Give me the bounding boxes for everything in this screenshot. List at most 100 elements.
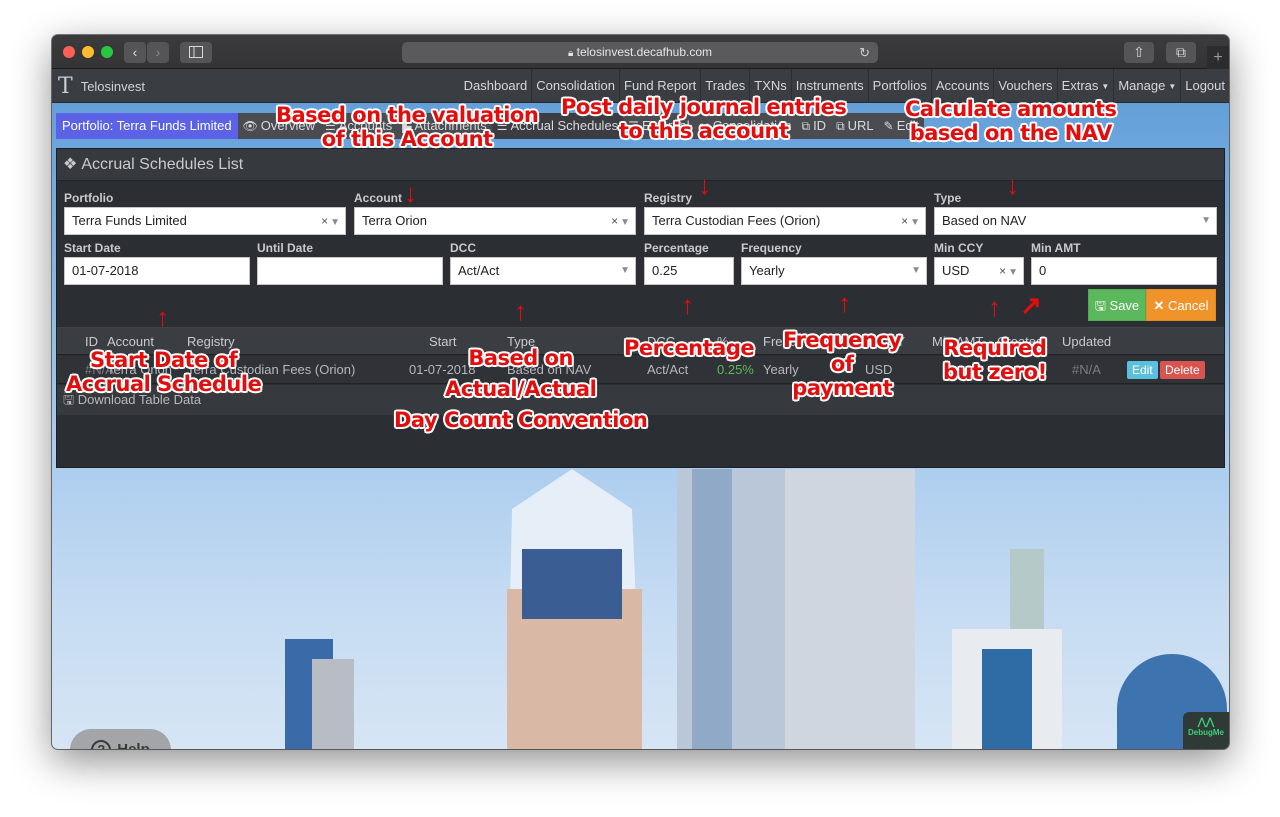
question-circle-icon: ? [91, 740, 112, 749]
annotation-frequency: Frequency of payment [783, 328, 902, 400]
arrow-up-icon: ↑ [988, 292, 1001, 322]
annotation-line: payment [792, 376, 893, 400]
type-select[interactable]: Based on NAV ▼ [934, 207, 1217, 235]
until-date-input[interactable] [257, 257, 443, 285]
close-window-button[interactable] [63, 46, 75, 58]
cell-dcc: Act/Act [647, 362, 689, 377]
nav-label: Extras [1061, 78, 1099, 93]
nav-label: Dashboard [463, 78, 528, 93]
start-date-input[interactable]: 01-07-2018 [64, 257, 250, 285]
account-label: Account [354, 191, 402, 205]
floppy-icon: 🖫︎ [1094, 298, 1110, 313]
dcc-label: DCC [450, 241, 476, 255]
arrow-up-icon: ↑ [681, 290, 694, 320]
frequency-label: Frequency [741, 241, 802, 255]
annotation-line: Percentage [624, 336, 755, 360]
clear-icon[interactable]: × [321, 214, 328, 228]
annotation-min-amt: Required but zero! [943, 336, 1047, 384]
percentage-input[interactable]: 0.25 [644, 257, 734, 285]
annotation-line: of this Account [321, 127, 493, 151]
registry-select[interactable]: Terra Custodian Fees (Orion) × ▼ [644, 207, 926, 235]
portfolio-select[interactable]: Terra Funds Limited × ▼ [64, 207, 346, 235]
help-button[interactable]: ? Help [70, 729, 171, 749]
min-ccy-label: Min CCY [934, 241, 984, 255]
annotation-line: Frequency [783, 328, 902, 352]
row-edit-button[interactable]: Edit [1127, 361, 1158, 379]
portfolio-badge[interactable]: Portfolio: Terra Funds Limited [56, 113, 238, 139]
annotation-account: Based on the valuation of this Account [276, 103, 539, 151]
tower-center-glass [692, 469, 732, 749]
clear-icon[interactable]: × [901, 214, 908, 228]
zoom-window-button[interactable] [101, 46, 113, 58]
min-amt-label: Min AMT [1031, 241, 1081, 255]
frequency-value: Yearly [749, 263, 785, 278]
edit-icon: ✎ [883, 119, 894, 133]
close-icon: ✕ [1153, 298, 1169, 313]
arrow-down-icon: ↓ [1006, 170, 1019, 200]
reload-icon[interactable]: ↻ [859, 42, 870, 63]
annotation-line: Accrual Schedule [66, 372, 262, 396]
nav-label: Instruments [795, 78, 864, 93]
nav-label: Manage [1118, 78, 1166, 93]
annotation-line: Post daily journal entries [561, 95, 847, 119]
min-amt-value: 0 [1039, 263, 1047, 278]
sidebar-toggle-button[interactable] [180, 42, 212, 63]
caret-down-icon: ▼ [1101, 81, 1110, 91]
portfolio-label: Portfolio [64, 191, 114, 205]
min-ccy-select[interactable]: USD × ▼ [934, 257, 1024, 285]
show-tabs-button[interactable]: ⧉ [1166, 42, 1196, 63]
clear-icon[interactable]: × [611, 214, 618, 228]
nav-manage-dropdown[interactable]: Manage ▼ [1113, 69, 1180, 103]
caret-down-icon: ▼ [1168, 81, 1177, 91]
new-tab-button[interactable]: + [1207, 46, 1229, 69]
tower-right-glass [982, 649, 1032, 749]
arrow-up-icon: ↑ [156, 302, 169, 332]
arrow-up-icon: ↑ [838, 288, 851, 318]
start-date-label: Start Date [64, 241, 121, 255]
nav-label: Fund Report [624, 78, 697, 93]
arrow-up-right-icon: ↗ [1020, 290, 1042, 320]
dropdown-arrow-icon: ▼ [911, 265, 921, 276]
min-amt-input[interactable]: 0 [1031, 257, 1217, 285]
minimize-window-button[interactable] [82, 46, 94, 58]
annotation-line: Required [943, 336, 1047, 360]
cubes-icon: ❖ [63, 156, 78, 173]
dcc-value: Act/Act [458, 263, 500, 278]
col-updated[interactable]: Updated [1062, 328, 1111, 356]
address-bar[interactable]: 🔒︎ telosinvest.decafhub.com ↻ [402, 42, 878, 63]
clear-icon[interactable]: × [999, 264, 1006, 278]
nav-label: TXNs [754, 78, 787, 93]
annotation-line: Actual/Actual [445, 377, 597, 401]
debugme-button[interactable]: ⋀⋀ DebugMe [1183, 712, 1229, 749]
back-button[interactable]: ‹ [124, 42, 146, 63]
min-ccy-value: USD [942, 263, 970, 278]
nav-dashboard[interactable]: Dashboard [460, 69, 532, 103]
annotation-percentage: Percentage [624, 336, 755, 360]
arrow-down-icon: ↓ [404, 178, 417, 208]
row-delete-button[interactable]: Delete [1160, 361, 1205, 379]
percentage-label: Percentage [644, 241, 709, 255]
chevron-left-icon: ‹ [132, 44, 138, 60]
account-select[interactable]: Terra Orion × ▼ [354, 207, 636, 235]
brand[interactable]: T Telosinvest [58, 69, 145, 103]
cancel-button[interactable]: ✕ Cancel [1146, 289, 1216, 321]
save-label: Save [1109, 298, 1140, 313]
plus-icon: + [1213, 49, 1223, 66]
nav-logout[interactable]: Logout [1180, 69, 1229, 103]
dcc-select[interactable]: Act/Act ▼ [450, 257, 636, 285]
annotation-dcc: Based on Actual/Actual Day Count Conventio… [394, 343, 648, 436]
save-button[interactable]: 🖫︎ Save [1088, 289, 1146, 321]
nav-label: Accounts [935, 78, 990, 93]
eye-icon: 👁︎ [242, 119, 258, 133]
start-date-value: 01-07-2018 [72, 263, 139, 278]
tabs-icon: ⧉ [1176, 44, 1186, 60]
tower-left-side [312, 659, 354, 749]
forward-button[interactable]: › [147, 42, 169, 63]
annotation-line: to this account [618, 119, 789, 143]
annotation-line: Calculate amounts [905, 97, 1117, 121]
share-button[interactable]: ⇧ [1124, 42, 1154, 63]
frequency-select[interactable]: Yearly ▼ [741, 257, 927, 285]
nav-label: Portfolios [872, 78, 927, 93]
debugme-label: DebugMe [1188, 728, 1224, 737]
nav-label: Logout [1185, 78, 1225, 93]
